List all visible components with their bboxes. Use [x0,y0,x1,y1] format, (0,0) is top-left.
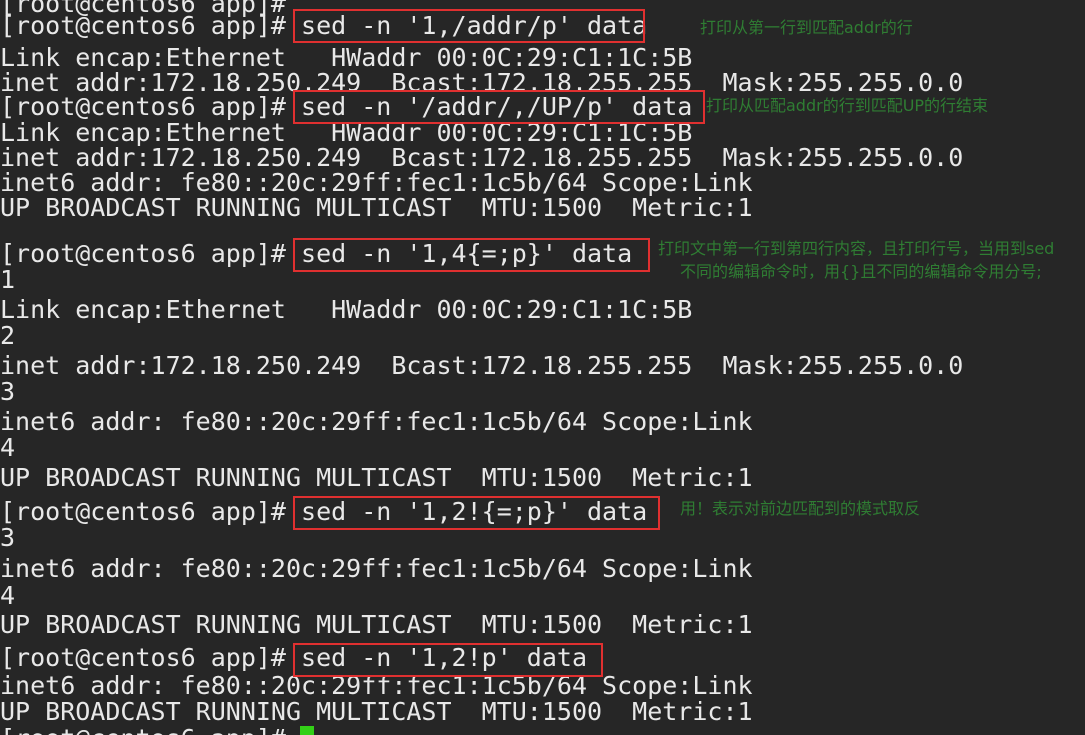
terminal-window[interactable]: [root@centos6 app]# [root@centos6 app]# s… [0,0,1085,735]
terminal-line: inet6 addr: fe80::20c:29ff:fec1:1c5b/64 … [0,407,753,436]
annotation-text: 打印从第一行到匹配addr的行 [700,18,913,37]
terminal-line: UP BROADCAST RUNNING MULTICAST MTU:1500 … [0,463,753,492]
terminal-line: inet addr:172.18.250.249 Bcast:172.18.25… [0,351,964,380]
annotation-text: 不同的编辑命令时，用{}且不同的编辑命令用分号; [680,262,1042,281]
terminal-line: [root@centos6 app]# sed -n '1,2!{=;p}' d… [0,497,648,526]
terminal-line: [root@centos6 app]# [0,721,286,735]
annotation-text: 打印从匹配addr的行到匹配UP的行结束 [706,96,989,115]
terminal-line: UP BROADCAST RUNNING MULTICAST MTU:1500 … [0,610,753,639]
annotation-text: 打印文中第一行到第四行内容，且打印行号，当用到sed [658,239,1055,258]
terminal-line: inet6 addr: fe80::20c:29ff:fec1:1c5b/64 … [0,554,753,583]
text-cursor [300,726,314,735]
terminal-line: Link encap:Ethernet HWaddr 00:0C:29:C1:1… [0,295,693,324]
terminal-line: UP BROADCAST RUNNING MULTICAST MTU:1500 … [0,193,753,222]
annotation-text: 用！表示对前边匹配到的模式取反 [680,499,921,518]
terminal-line: [root@centos6 app]# sed -n '1,4{=;p}' da… [0,239,633,268]
terminal-line: [root@centos6 app]# sed -n '1,/addr/p' d… [0,11,648,40]
